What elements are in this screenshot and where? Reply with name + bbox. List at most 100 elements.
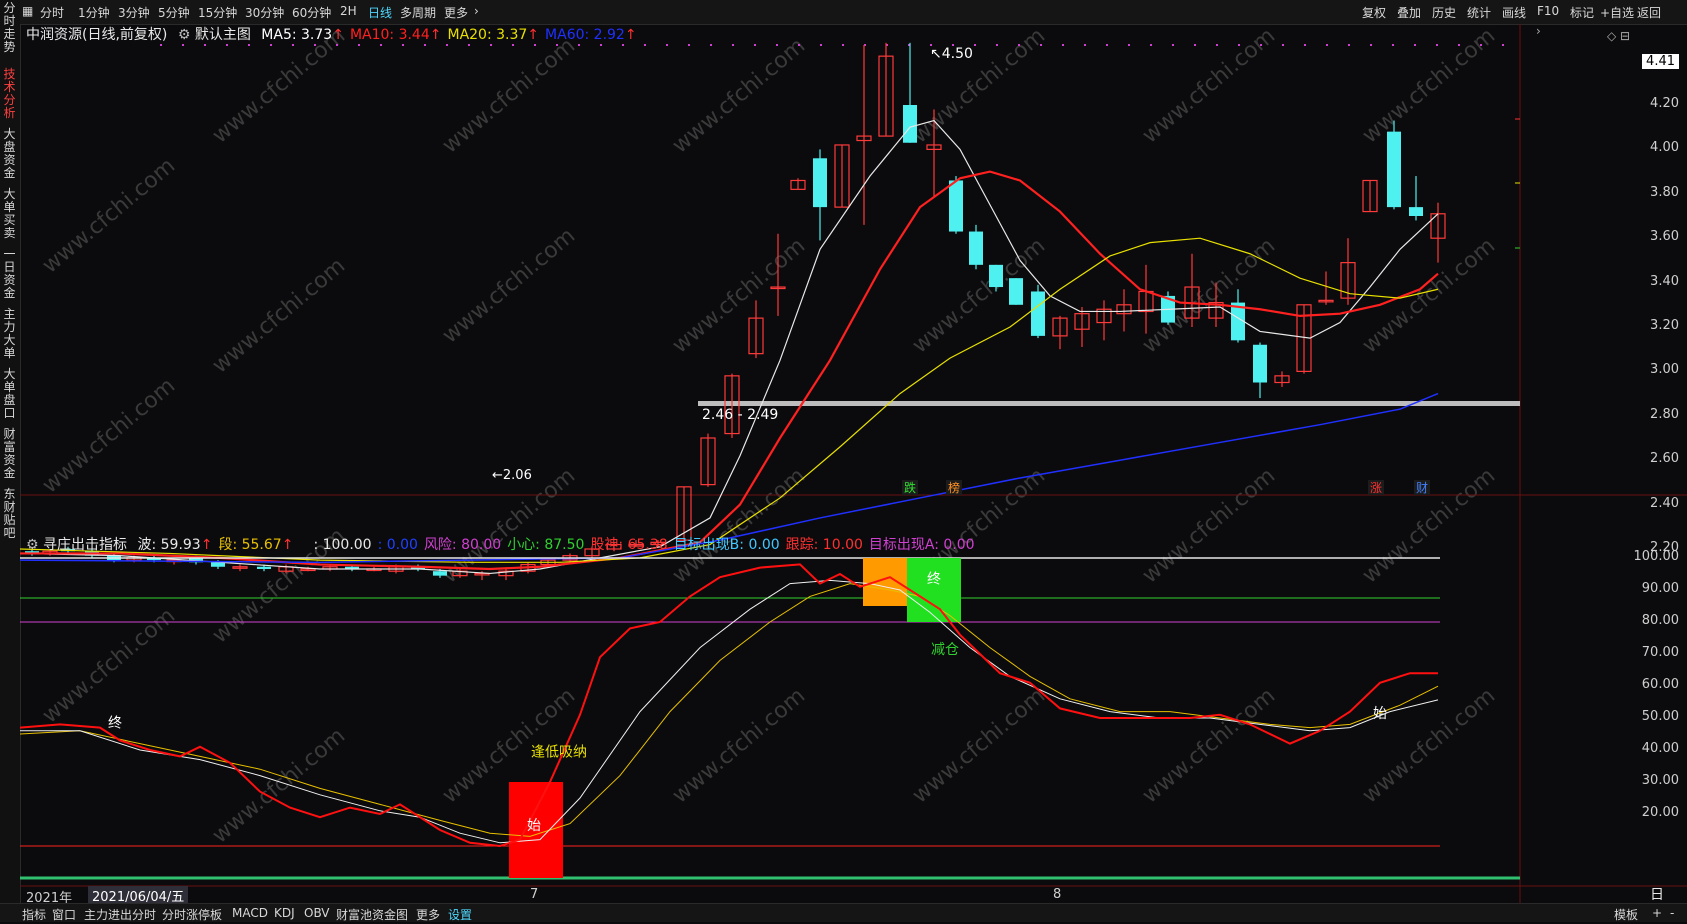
top-dot [292,44,294,46]
top-dot [1304,44,1306,46]
top-dot [842,44,844,46]
top-dot [776,44,778,46]
left-tab-4[interactable]: 一日资金 [1,248,18,300]
toolbar-right-item-3[interactable]: 统计 [1467,4,1491,21]
chevron-right-icon[interactable]: › [1536,24,1541,38]
indicator-title[interactable]: 寻庄出击指标 [43,537,127,553]
price-marker-2[interactable]: 涨 [1370,480,1382,495]
indicator-settings-icon[interactable]: ⚙ [26,537,39,553]
indicator-legend-8: 跟踪: 10.00 [785,537,863,553]
top-dot [490,44,492,46]
indicator-tick-7: 30.00 [1641,773,1679,788]
price-marker-1[interactable]: 榜 [948,480,960,495]
left-tab-2[interactable]: 大盘资金 [1,128,18,180]
left-tab-8[interactable]: 东财贴吧 [1,488,18,540]
toolbar-right-item-4[interactable]: 画线 [1502,4,1526,21]
period-toolbar: ▦ 分时 1分钟 3分钟 5分钟 15分钟 30分钟 60分钟 2H 日线 多周期 更多 复权 叠加 历史… [20,0,1687,25]
ma-legend-1: MA10: 3.44 [349,27,430,43]
top-dot [314,44,316,46]
current-price-tag: 4.41 [1642,54,1679,69]
bottom-tab-1[interactable]: 窗口 [52,906,76,923]
collapse-icon[interactable]: ⊟ [1620,29,1630,43]
indicator-tick-6: 40.00 [1641,741,1679,756]
toolbar-item-5[interactable]: 30分钟 [245,4,284,21]
end-label-1: 终 [108,716,122,732]
candle-body-down [989,264,1003,288]
bottom-tab-4[interactable]: MACD [232,906,268,920]
left-tab-3[interactable]: 大单买卖 [1,188,18,240]
bottom-right-2[interactable]: - [1670,906,1674,920]
candle-body-down [1009,278,1023,305]
settings-gear-icon[interactable]: ⚙ [178,27,191,43]
top-dot [688,44,690,46]
toolbar-item-10[interactable]: 更多 [444,4,468,21]
grid-icon[interactable]: ▦ [22,4,33,18]
month-8-label: 8 [1053,887,1062,902]
price-tick-3: 3.80 [1650,184,1679,200]
watermark-text: www.cfchi.com [908,24,1050,149]
left-tab-1[interactable]: 技术分析 [1,68,18,120]
indicator-tick-2: 80.00 [1641,613,1679,628]
ma-legend-3: MA60: 2.92 [545,27,625,43]
watermark-text: www.cfchi.com [438,33,580,158]
toolbar-right-item-1[interactable]: 叠加 [1397,4,1421,21]
top-dot [1480,44,1482,46]
top-dot [402,44,404,46]
top-dot [358,44,360,46]
top-dot [534,44,536,46]
bottom-tab-5[interactable]: KDJ [274,906,295,920]
toolbar-item-6[interactable]: 60分钟 [292,4,331,21]
toolbar-item-1[interactable]: 1分钟 [78,4,110,21]
price-tick-6: 3.20 [1650,318,1679,333]
watermark-text: www.cfchi.com [908,683,1050,808]
left-tab-6[interactable]: 大单盘口 [1,368,18,420]
toolbar-item-9[interactable]: 多周期 [400,4,436,21]
bottom-tab-9[interactable]: 设置 [448,906,472,923]
chart-area[interactable]: www.cfchi.com www.cfchi.com www.cfchi.com w… [20,24,1687,903]
up-arrow-icon: ↑ [332,27,344,43]
top-dot [1414,44,1416,46]
price-tick-2: 4.00 [1650,140,1679,156]
diamond-icon[interactable]: ◇ [1607,29,1616,43]
top-dot [512,44,514,46]
bottom-tab-8[interactable]: 更多 [416,906,440,923]
bottom-tab-0[interactable]: 指标 [22,906,46,923]
top-dot [1282,44,1284,46]
indicator-legend-0: 波: 59.93 [137,537,201,553]
left-tab-7[interactable]: 财富资金 [1,428,18,480]
bottom-tab-7[interactable]: 财富池资金图 [336,906,408,923]
toolbar-item-8[interactable]: 日线 [368,4,392,21]
more-chevron-icon[interactable]: › [474,4,479,18]
bottom-tab-3[interactable]: 分时涨停板 [162,906,222,923]
up-arrow-icon: ↑ [200,537,213,553]
candle-body-down [903,105,917,143]
top-dot [644,44,646,46]
toolbar-right-item-8[interactable]: 返回 [1637,4,1661,21]
bottom-right-1[interactable]: + [1652,906,1662,920]
toolbar-right-item-6[interactable]: 标记 [1570,4,1594,21]
toolbar-item-2[interactable]: 3分钟 [118,4,150,21]
start-label-1: 始 [527,818,541,834]
price-marker-3[interactable]: 财 [1416,481,1428,495]
left-tab-0[interactable]: 分时走势 [1,2,18,54]
top-dot [160,44,162,46]
bottom-tab-6[interactable]: OBV [304,906,330,920]
price-marker-0[interactable]: 跌 [904,480,916,495]
bottom-right-0[interactable]: 模板 [1614,906,1638,923]
indicator-legend-1: 段: 55.67 [218,537,282,553]
toolbar-item-4[interactable]: 15分钟 [198,4,237,21]
template-name[interactable]: 默认主图 [195,27,251,43]
indicator-legend-3: : 0.00 [377,537,418,553]
toolbar-item-3[interactable]: 5分钟 [158,4,190,21]
bottom-tab-2[interactable]: 主力进出分时 [84,906,156,923]
ma-legend-2: MA20: 3.37 [447,27,528,43]
toolbar-right-item-2[interactable]: 历史 [1432,4,1456,21]
toolbar-right-item-5[interactable]: F10 [1537,4,1559,18]
watermark-text: www.cfchi.com [1138,463,1280,588]
bottom-tab-bar: 指标 窗口 主力进出分时 分时涨停板 MACD KDJ OBV 财富池资金图 更多 设置 模板 + - [0,903,1687,922]
toolbar-right-item-0[interactable]: 复权 [1362,4,1386,21]
left-tab-5[interactable]: 主力大单 [1,308,18,360]
toolbar-item-7[interactable]: 2H [340,4,357,18]
toolbar-item-0[interactable]: 分时 [40,4,64,21]
toolbar-right-item-7[interactable]: +自选 [1600,4,1634,21]
